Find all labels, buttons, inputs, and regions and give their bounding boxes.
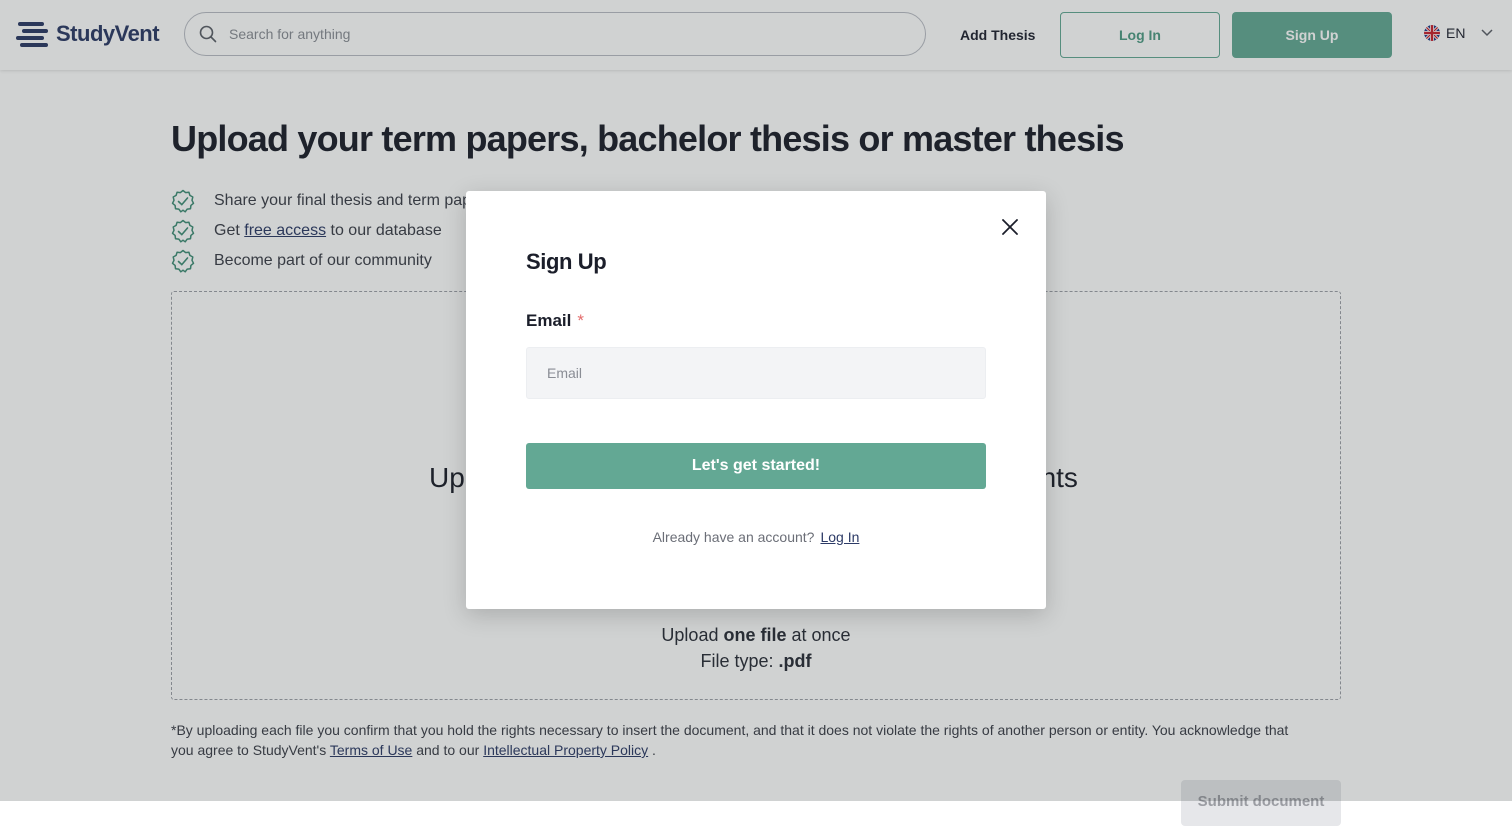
already-text: Already have an account? <box>652 529 815 545</box>
already-account: Already have an account? Log In <box>466 529 1046 545</box>
signup-modal: Sign Up Email * Let's get started! Alread… <box>466 191 1046 609</box>
email-label-text: Email <box>526 311 572 330</box>
close-icon[interactable] <box>1000 217 1020 237</box>
modal-login-link[interactable]: Log In <box>820 529 859 545</box>
required-marker: * <box>577 311 584 330</box>
get-started-button[interactable]: Let's get started! <box>526 443 986 489</box>
email-label: Email * <box>526 311 584 331</box>
email-field[interactable] <box>526 347 986 399</box>
modal-title: Sign Up <box>526 249 607 274</box>
